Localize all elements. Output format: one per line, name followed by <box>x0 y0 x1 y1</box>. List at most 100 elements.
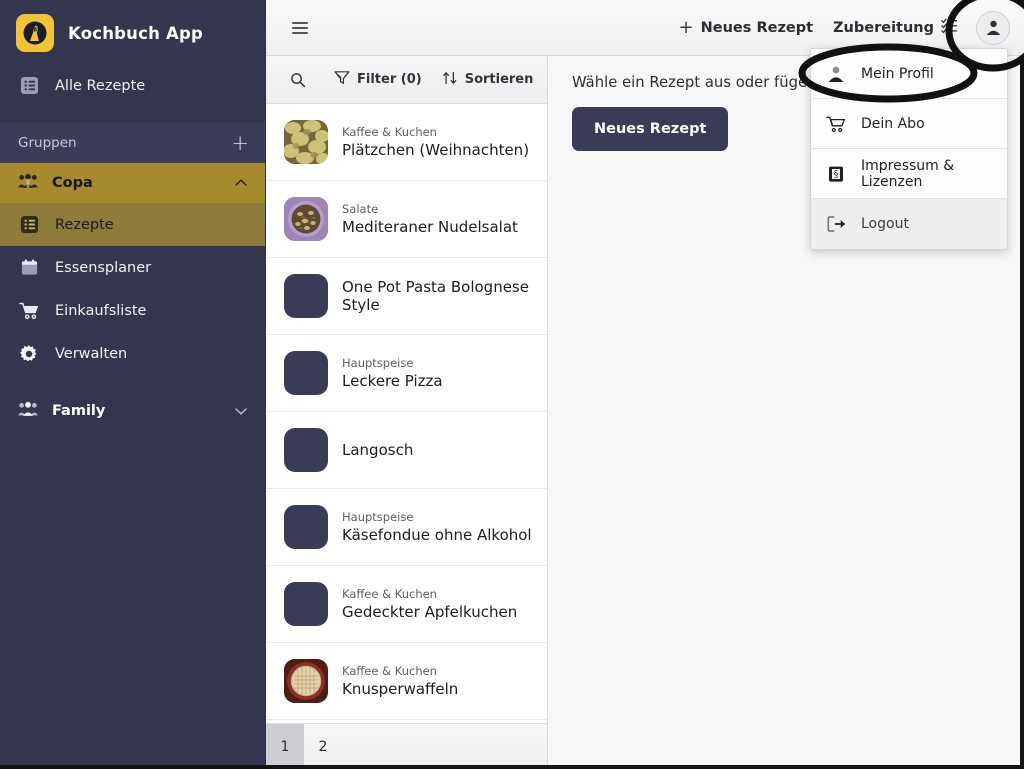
chevron-up-icon[interactable] <box>233 175 249 191</box>
sidebar-item-einkaufsliste[interactable]: Einkaufsliste <box>0 289 265 332</box>
logout-icon <box>825 215 847 233</box>
menu-item-dein-abo[interactable]: Dein Abo <box>811 99 1007 149</box>
recipe-category: Kaffee & Kuchen <box>342 587 437 602</box>
sidebar-item-label: Rezepte <box>55 216 114 233</box>
chef-logo-icon <box>16 14 54 52</box>
recipe-name: Plätzchen (Weihnachten) <box>342 140 530 159</box>
new-recipe-topbar-button[interactable]: + Neues Rezept <box>669 13 823 43</box>
recipe-list-item[interactable]: Hauptspeise Leckere Pizza <box>266 335 547 412</box>
main-region: + Neues Rezept Zubereitung Filter (0) So… <box>266 0 1024 769</box>
calendar-icon <box>18 257 40 279</box>
gear-icon <box>18 343 40 365</box>
recipe-name: Leckere Pizza <box>342 371 443 390</box>
recipe-name: Mediteraner Nudelsalat <box>342 217 518 236</box>
recipe-text: Kaffee & Kuchen Knusperwaffeln <box>342 664 458 698</box>
menu-item-impressum[interactable]: § Impressum & Lizenzen <box>811 149 1007 199</box>
sort-arrows-icon <box>442 70 458 90</box>
list-icon <box>18 75 40 97</box>
groups-header-label: Gruppen <box>18 135 77 151</box>
sidebar-group-label: Family <box>52 403 106 419</box>
book-paragraph-icon: § <box>825 165 847 183</box>
profile-dropdown-menu: Mein Profil Dein Abo § Impressum & Lizen… <box>810 48 1008 250</box>
sidebar-item-label: Alle Rezepte <box>55 77 146 94</box>
pagination-page-2[interactable]: 2 <box>304 724 342 769</box>
recipe-category: Hauptspeise <box>342 356 414 371</box>
recipe-category: Kaffee & Kuchen <box>342 125 437 140</box>
pagination-page-1[interactable]: 1 <box>266 724 304 769</box>
menu-item-label: Dein Abo <box>861 115 925 132</box>
recipe-list-item[interactable]: Salate Mediteraner Nudelsalat <box>266 181 547 258</box>
sidebar-item-essensplaner[interactable]: Essensplaner <box>0 246 265 289</box>
recipe-text: Kaffee & Kuchen Plätzchen (Weihnachten) <box>342 125 529 159</box>
preparation-button[interactable]: Zubereitung <box>823 11 968 44</box>
filter-button[interactable]: Filter (0) <box>326 64 430 95</box>
sidebar-group-family[interactable]: Family <box>0 391 265 431</box>
recipe-thumbnail <box>284 197 328 241</box>
checklist-icon <box>941 17 958 38</box>
recipe-category: Kaffee & Kuchen <box>342 664 437 679</box>
sidebar: Kochbuch App Alle Rezepte Gruppen + Copa… <box>0 0 266 769</box>
recipe-name: Langosch <box>342 440 414 459</box>
new-recipe-button[interactable]: Neues Rezept <box>572 107 729 151</box>
menu-item-logout[interactable]: Logout <box>811 199 1007 249</box>
recipe-text: Hauptspeise Leckere Pizza <box>342 356 443 390</box>
recipe-list-column: Filter (0) Sortieren Kaffee & Kuchen Plä… <box>266 56 548 769</box>
sidebar-item-label: Verwalten <box>55 345 128 362</box>
list-icon <box>18 214 40 236</box>
sidebar-item-verwalten[interactable]: Verwalten <box>0 332 265 375</box>
shopping-cart-icon <box>825 115 847 133</box>
window-edge-right <box>1020 0 1024 769</box>
recipe-list-item[interactable]: Hauptspeise Käsefondue ohne Alkohol <box>266 489 547 566</box>
recipe-name: Käsefondue ohne Alkohol <box>342 525 532 544</box>
menu-item-label: Impressum & Lizenzen <box>861 157 955 190</box>
window-edge-bottom <box>0 765 1024 769</box>
recipe-text: Kaffee & Kuchen Gedeckter Apfelkuchen <box>342 587 517 621</box>
new-recipe-topbar-label: Neues Rezept <box>700 19 814 36</box>
sort-label: Sortieren <box>464 72 534 87</box>
recipe-list-item[interactable]: Langosch <box>266 412 547 489</box>
recipe-list[interactable]: Kaffee & Kuchen Plätzchen (Weihnachten) <box>266 104 547 723</box>
plus-icon[interactable]: + <box>231 132 249 154</box>
hamburger-icon[interactable] <box>288 18 312 38</box>
recipe-list-item[interactable]: Kaffee & Kuchen Knusperwaffeln <box>266 643 547 720</box>
recipe-name: One Pot Pasta Bolognese Style <box>342 277 529 314</box>
sidebar-item-all-recipes[interactable]: Alle Rezepte <box>0 64 265 107</box>
recipe-text: One Pot Pasta Bolognese Style <box>342 278 533 315</box>
recipe-list-item[interactable]: One Pot Pasta Bolognese Style <box>266 258 547 335</box>
recipe-thumbnail-placeholder <box>284 351 328 395</box>
groups-header: Gruppen + <box>0 123 265 163</box>
sidebar-group-label: Copa <box>52 175 93 191</box>
user-icon <box>825 65 847 83</box>
svg-text:§: § <box>834 170 839 180</box>
recipe-thumbnail <box>284 659 328 703</box>
recipe-category: Hauptspeise <box>342 510 414 525</box>
search-icon[interactable] <box>278 66 322 94</box>
group-people-icon <box>18 173 38 193</box>
plus-icon: + <box>678 16 694 38</box>
menu-item-label: Mein Profil <box>861 65 934 82</box>
user-avatar-icon[interactable] <box>976 10 1010 45</box>
recipe-thumbnail-placeholder <box>284 582 328 626</box>
recipe-list-item[interactable]: Kaffee & Kuchen Plätzchen (Weihnachten) <box>266 104 547 181</box>
recipe-category: Salate <box>342 202 379 217</box>
recipe-thumbnail-placeholder <box>284 505 328 549</box>
sidebar-item-label: Einkaufsliste <box>55 302 147 319</box>
sort-button[interactable]: Sortieren <box>434 64 542 96</box>
recipe-thumbnail-placeholder <box>284 274 328 318</box>
filter-label: Filter (0) <box>357 72 422 87</box>
sidebar-item-rezepte[interactable]: Rezepte <box>0 203 265 246</box>
sidebar-group-copa[interactable]: Copa <box>0 163 265 203</box>
menu-item-mein-profil[interactable]: Mein Profil <box>811 49 1007 99</box>
recipe-name: Knusperwaffeln <box>342 679 459 698</box>
brand: Kochbuch App <box>0 0 265 64</box>
recipe-text: Salate Mediteraner Nudelsalat <box>342 202 518 236</box>
brand-title: Kochbuch App <box>68 23 203 43</box>
recipe-list-item[interactable]: Kaffee & Kuchen Gedeckter Apfelkuchen <box>266 566 547 643</box>
sidebar-item-label: Essensplaner <box>55 259 152 276</box>
chevron-down-icon[interactable] <box>233 403 249 419</box>
group-people-icon <box>18 401 38 421</box>
pagination: 1 2 <box>266 723 547 769</box>
recipe-thumbnail-placeholder <box>284 428 328 472</box>
